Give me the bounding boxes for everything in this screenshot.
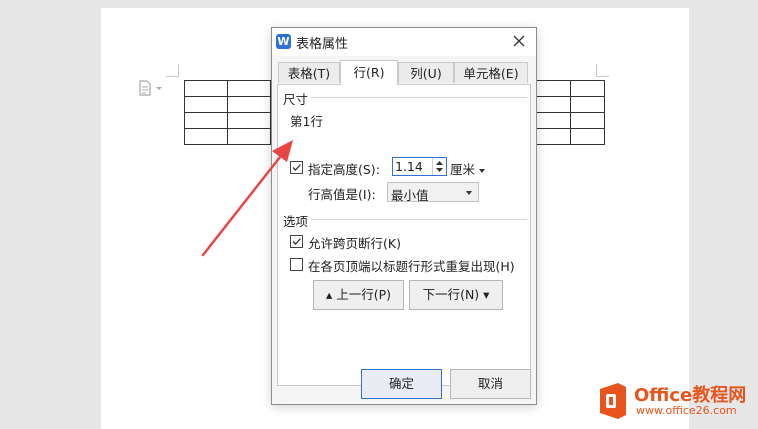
up-arrow-icon: ▴ [325,287,333,302]
document-table-left[interactable] [184,80,271,145]
tab-row[interactable]: 行(R) [340,60,398,85]
size-group-label: 尺寸 [283,92,309,107]
allow-break-checkbox[interactable] [290,235,303,248]
dialog-title: 表格属性 [296,37,349,52]
row-height-spinner[interactable] [432,158,446,175]
tab-column[interactable]: 列(U) [398,62,454,83]
close-icon[interactable] [510,32,528,50]
page-corner-mark-left [166,64,179,77]
watermark-url: www.office26.com [636,404,737,417]
tab-strip: 表格(T) 行(R) 列(U) 单元格(E) [278,60,528,85]
row-height-mode-label: 行高值是(I): [308,187,376,202]
page-corner-mark-right [596,64,609,77]
row-height-mode-value: 最小值 [391,188,429,203]
office-logo-icon [600,383,626,419]
chevron-down-icon [466,191,472,195]
repeat-header-label: 在各页顶端以标题行形式重复出现(H) [308,259,515,274]
paste-options-icon[interactable] [137,79,165,97]
row-number-label: 第1行 [290,114,323,129]
unit-dropdown-icon [479,168,485,173]
dialog-titlebar[interactable]: W 表格属性 [272,28,536,56]
specify-height-label: 指定高度(S): [308,162,380,177]
down-arrow-icon: ▾ [483,287,490,302]
previous-row-button[interactable]: ▴ 上一行(P) [313,280,404,310]
tab-cell[interactable]: 单元格(E) [454,62,528,83]
document-table-right[interactable] [536,80,605,145]
size-group-separator [311,97,527,98]
height-unit-text: 厘米 [450,162,476,177]
next-row-label: 下一行(N) [422,287,480,302]
next-row-button[interactable]: 下一行(N) ▾ [409,280,503,310]
previous-row-label: 上一行(P) [336,287,392,302]
specify-height-checkbox[interactable] [290,161,303,174]
cancel-button[interactable]: 取消 [450,369,531,399]
allow-break-label: 允许跨页断行(K) [308,236,401,251]
row-height-value: 1.14 [395,159,423,174]
table-properties-dialog: W 表格属性 表格(T) 行(R) 列(U) 单元格(E) 尺寸 第1行 指定高… [271,27,537,405]
row-height-input[interactable]: 1.14 [392,157,447,176]
site-watermark: Office教程网 www.office26.com [592,379,758,429]
options-group-separator [311,219,527,220]
options-group-label: 选项 [283,214,309,229]
wps-app-icon: W [276,34,291,49]
height-unit-label[interactable]: 厘米 [450,159,485,178]
row-height-mode-select[interactable]: 最小值 [387,182,479,203]
repeat-header-checkbox[interactable] [290,258,303,271]
row-tab-panel: 尺寸 第1行 指定高度(S): 1.14 厘米 行高值是(I): 最小值 选项 … [277,84,531,386]
ok-button[interactable]: 确定 [361,369,442,399]
tab-table[interactable]: 表格(T) [278,62,340,83]
